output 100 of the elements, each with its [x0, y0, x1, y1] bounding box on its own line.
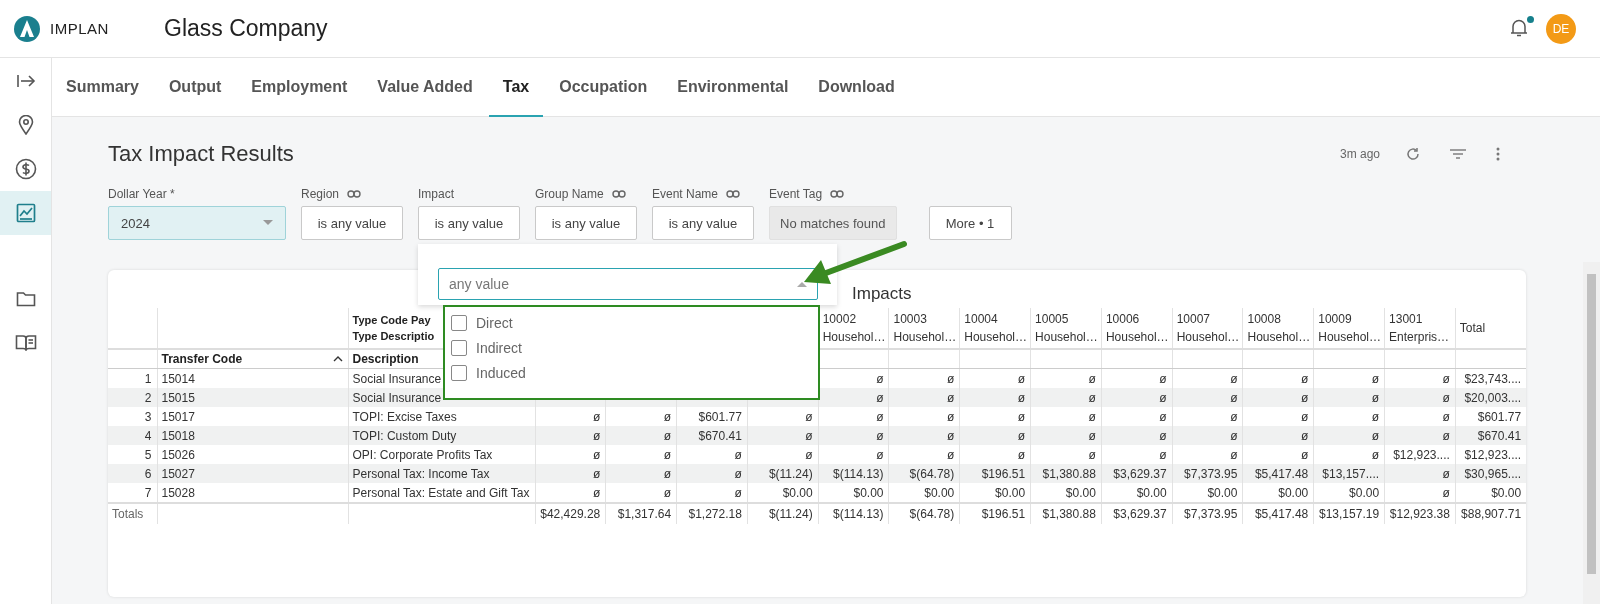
option-checkbox[interactable]: Indirect: [451, 338, 812, 358]
table-cell: ø: [1300, 409, 1309, 424]
column-code: 10002: [822, 312, 857, 326]
table-cell: ø: [876, 390, 884, 405]
table-cell: $7,373.95: [1184, 466, 1238, 481]
column-header: Househol…: [1176, 330, 1240, 344]
table-cell: 15017: [161, 409, 195, 424]
column-header[interactable]: Transfer Code: [161, 352, 243, 366]
table-cell: ø: [1088, 371, 1096, 386]
table-cell: ø: [1159, 371, 1167, 386]
tab[interactable]: Occupation: [545, 58, 662, 117]
table-cell: ø: [1442, 428, 1450, 443]
table-cell: ø: [1230, 390, 1238, 405]
sort-ascending-icon[interactable]: [332, 356, 343, 362]
table-cell: ø: [876, 371, 884, 386]
table-cell: ø: [1159, 428, 1167, 443]
column-header: Househol…: [1247, 330, 1311, 344]
filter-field[interactable]: is any value: [418, 206, 520, 240]
table-cell: $0.00: [1491, 485, 1522, 500]
tab[interactable]: Download: [804, 58, 909, 117]
page-title: Tax Impact Results: [108, 141, 294, 167]
location-pin-icon: [17, 115, 34, 135]
table-cell: ø: [1371, 447, 1380, 462]
table-cell: ø: [1442, 466, 1450, 481]
option-checkbox[interactable]: Direct: [451, 313, 812, 333]
table-cell: ø: [1159, 409, 1167, 424]
column-code: 10004: [964, 312, 998, 326]
table-cell: $196.51: [981, 466, 1026, 481]
option-checkbox[interactable]: Induced: [451, 363, 812, 383]
tab[interactable]: Value Added: [363, 58, 487, 117]
table-cell: ø: [1300, 371, 1309, 386]
filter-field[interactable]: is any value: [301, 206, 403, 240]
table-cell: $(64.78): [909, 466, 955, 481]
column-group-header: Type Descriptio: [352, 330, 435, 342]
total-cell: $12,923.38: [1389, 507, 1450, 521]
column-header: Total: [1459, 321, 1486, 335]
table-cell: ø: [1230, 428, 1238, 443]
table-cell: $670.41: [1477, 428, 1522, 443]
table-cell: ø: [1442, 409, 1450, 424]
table-cell: Social Insurance: [352, 390, 442, 405]
table-cell: 15018: [161, 428, 195, 443]
total-cell: $42,429.28: [540, 507, 601, 521]
table-cell: ø: [592, 409, 601, 424]
table-cell: $0.00: [1207, 485, 1238, 500]
table-cell: Personal Tax: Estate and Gift Tax: [352, 485, 530, 500]
table-cell: ø: [1088, 428, 1096, 443]
row-number: 7: [144, 485, 152, 500]
updated-time: 3m ago: [1339, 147, 1380, 161]
total-cell: $3,629.37: [1113, 507, 1167, 521]
table-cell: ø: [946, 428, 955, 443]
table-cell: $1,380.88: [1042, 466, 1096, 481]
filter-label: Dollar Year *: [108, 187, 175, 201]
impact-search-field[interactable]: any value: [438, 268, 818, 300]
table-cell: ø: [1088, 409, 1096, 424]
table-cell: $601.77: [1477, 409, 1522, 424]
row-number: 5: [144, 447, 152, 462]
table-cell: ø: [663, 485, 672, 500]
sidebar-item[interactable]: [0, 191, 51, 235]
filter-field[interactable]: is any value: [535, 206, 637, 240]
year-select[interactable]: 2024: [108, 206, 286, 240]
table-cell: ø: [1371, 428, 1380, 443]
column-code: 10008: [1247, 312, 1281, 326]
tab[interactable]: Summary: [52, 58, 153, 117]
table-cell: ø: [876, 447, 884, 462]
table-cell: ø: [1371, 409, 1380, 424]
tab[interactable]: Output: [154, 58, 236, 117]
table-cell: ø: [1017, 371, 1026, 386]
table-cell: ø: [1442, 371, 1450, 386]
tab[interactable]: Environmental: [663, 58, 803, 117]
filter-button[interactable]: [1450, 149, 1466, 159]
book-icon: [14, 334, 37, 352]
column-header[interactable]: Description: [352, 352, 419, 366]
scrollbar[interactable]: [1583, 262, 1600, 604]
table-cell: 15014: [161, 371, 195, 386]
table-cell: ø: [592, 485, 601, 500]
dollar-icon: [14, 158, 37, 180]
row-number: 4: [144, 428, 152, 443]
table-cell: ø: [1017, 409, 1026, 424]
filter-field[interactable]: is any value: [652, 206, 754, 240]
table-cell: $(11.24): [768, 466, 813, 481]
more-options-button[interactable]: [1496, 147, 1500, 161]
table-cell: ø: [1371, 371, 1380, 386]
tab[interactable]: Employment: [237, 58, 362, 117]
table-cell: Personal Tax: Income Tax: [352, 466, 490, 481]
table-cell: ø: [1442, 485, 1450, 500]
table-cell: ø: [1017, 428, 1026, 443]
refresh-button[interactable]: [1406, 147, 1420, 161]
filter-label: Group Name: [535, 187, 604, 201]
table-cell: ø: [663, 447, 672, 462]
column-group-header: Type Code Pay: [352, 314, 431, 326]
table-cell: $670.41: [698, 428, 742, 443]
table-cell: ø: [1088, 447, 1096, 462]
column-code: 10007: [1176, 312, 1211, 326]
table-cell: $(114.13): [833, 466, 884, 481]
table-cell: 15026: [161, 447, 195, 462]
more-filters-button[interactable]: More • 1: [928, 206, 1012, 240]
column-header: Househol…: [822, 330, 886, 344]
table-cell: ø: [946, 390, 955, 405]
total-cell: $1,317.64: [617, 507, 672, 521]
table-cell: ø: [1371, 390, 1380, 405]
